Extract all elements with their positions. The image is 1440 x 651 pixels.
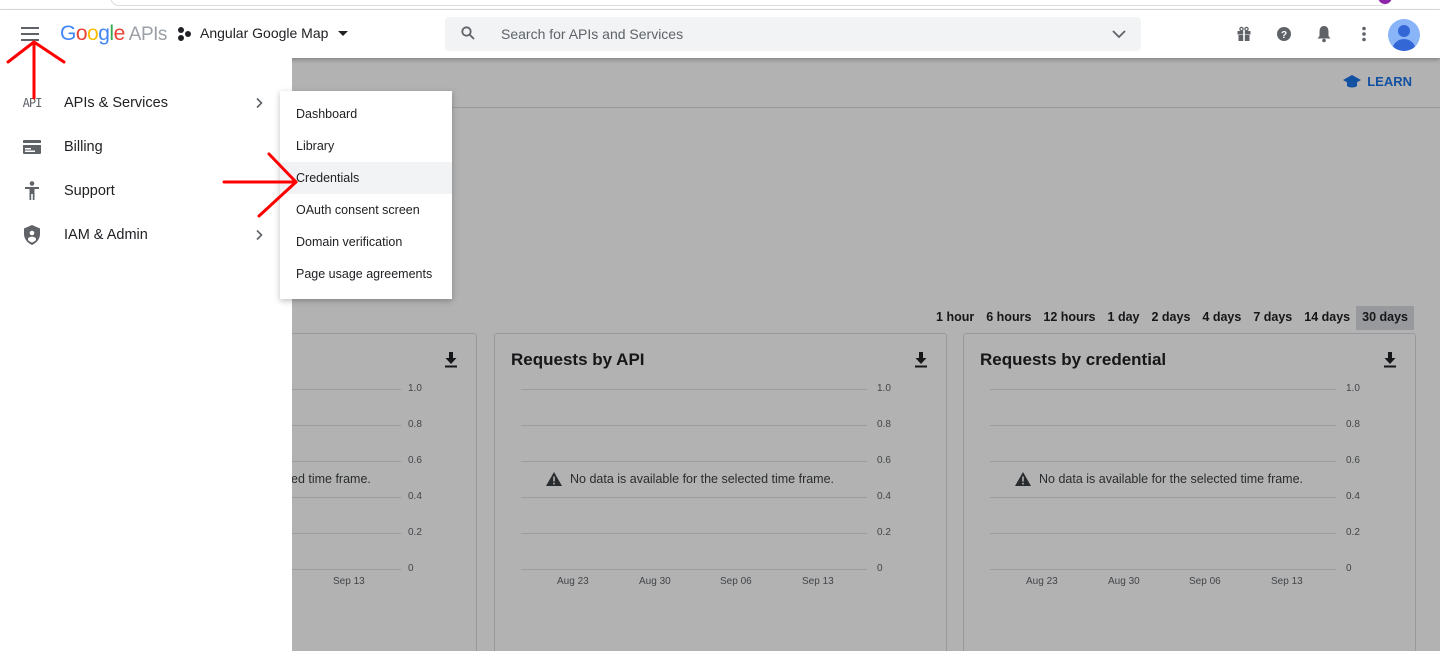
- search-icon: [461, 26, 475, 40]
- nav-item-label: IAM & Admin: [64, 227, 148, 243]
- top-header: GoogleAPIs Angular Google Map ?: [0, 10, 1440, 58]
- address-bar[interactable]: [110, 0, 1390, 6]
- nav-item-support[interactable]: Support: [0, 169, 292, 213]
- apis-services-submenu: Dashboard Library Credentials OAuth cons…: [280, 91, 452, 299]
- nav-item-label: Support: [64, 183, 115, 199]
- caret-down-icon: [338, 31, 349, 36]
- nav-item-apis-services[interactable]: API APIs & Services: [0, 81, 292, 125]
- search-input[interactable]: [501, 17, 1081, 51]
- logo-suffix: APIs: [128, 24, 168, 45]
- chevron-right-icon: [256, 229, 263, 241]
- gift-icon[interactable]: [1234, 24, 1254, 44]
- logo-letter: G: [60, 22, 76, 45]
- logo-letter: g: [98, 22, 110, 45]
- shield-icon: [22, 225, 42, 245]
- nav-item-label: APIs & Services: [64, 95, 168, 111]
- nav-item-billing[interactable]: Billing: [0, 125, 292, 169]
- submenu-item-oauth-consent[interactable]: OAuth consent screen: [280, 194, 452, 226]
- nav-drawer: API APIs & Services Billing Support IAM …: [0, 58, 292, 651]
- project-name: Angular Google Map: [200, 25, 329, 41]
- logo-letter: e: [113, 22, 126, 45]
- browser-top-strip: [0, 0, 1440, 10]
- chevron-right-icon: [256, 97, 263, 109]
- nav-item-label: Billing: [64, 139, 103, 155]
- help-icon[interactable]: ?: [1274, 24, 1294, 44]
- submenu-item-page-usage[interactable]: Page usage agreements: [280, 258, 452, 290]
- google-apis-logo[interactable]: Google APIs: [60, 22, 167, 46]
- submenu-item-credentials[interactable]: Credentials: [280, 162, 452, 194]
- logo-letter: o: [75, 22, 88, 45]
- api-icon-text: API: [22, 96, 43, 110]
- notifications-icon[interactable]: [1314, 24, 1334, 44]
- billing-icon: [22, 137, 42, 157]
- search-bar[interactable]: [445, 17, 1141, 51]
- api-icon: API: [22, 93, 43, 113]
- project-icon: [178, 25, 194, 41]
- submenu-item-library[interactable]: Library: [280, 130, 452, 162]
- menu-icon[interactable]: [12, 16, 48, 52]
- submenu-item-domain-verification[interactable]: Domain verification: [280, 226, 452, 258]
- support-icon: [22, 181, 42, 201]
- submenu-item-dashboard[interactable]: Dashboard: [280, 98, 452, 130]
- logo-letter: o: [87, 22, 99, 45]
- more-vert-icon[interactable]: [1354, 24, 1374, 44]
- avatar[interactable]: [1388, 19, 1420, 51]
- project-selector[interactable]: Angular Google Map: [178, 24, 352, 42]
- nav-item-iam-admin[interactable]: IAM & Admin: [0, 213, 292, 257]
- svg-text:?: ?: [1281, 30, 1287, 41]
- chevron-down-icon[interactable]: [1111, 26, 1127, 42]
